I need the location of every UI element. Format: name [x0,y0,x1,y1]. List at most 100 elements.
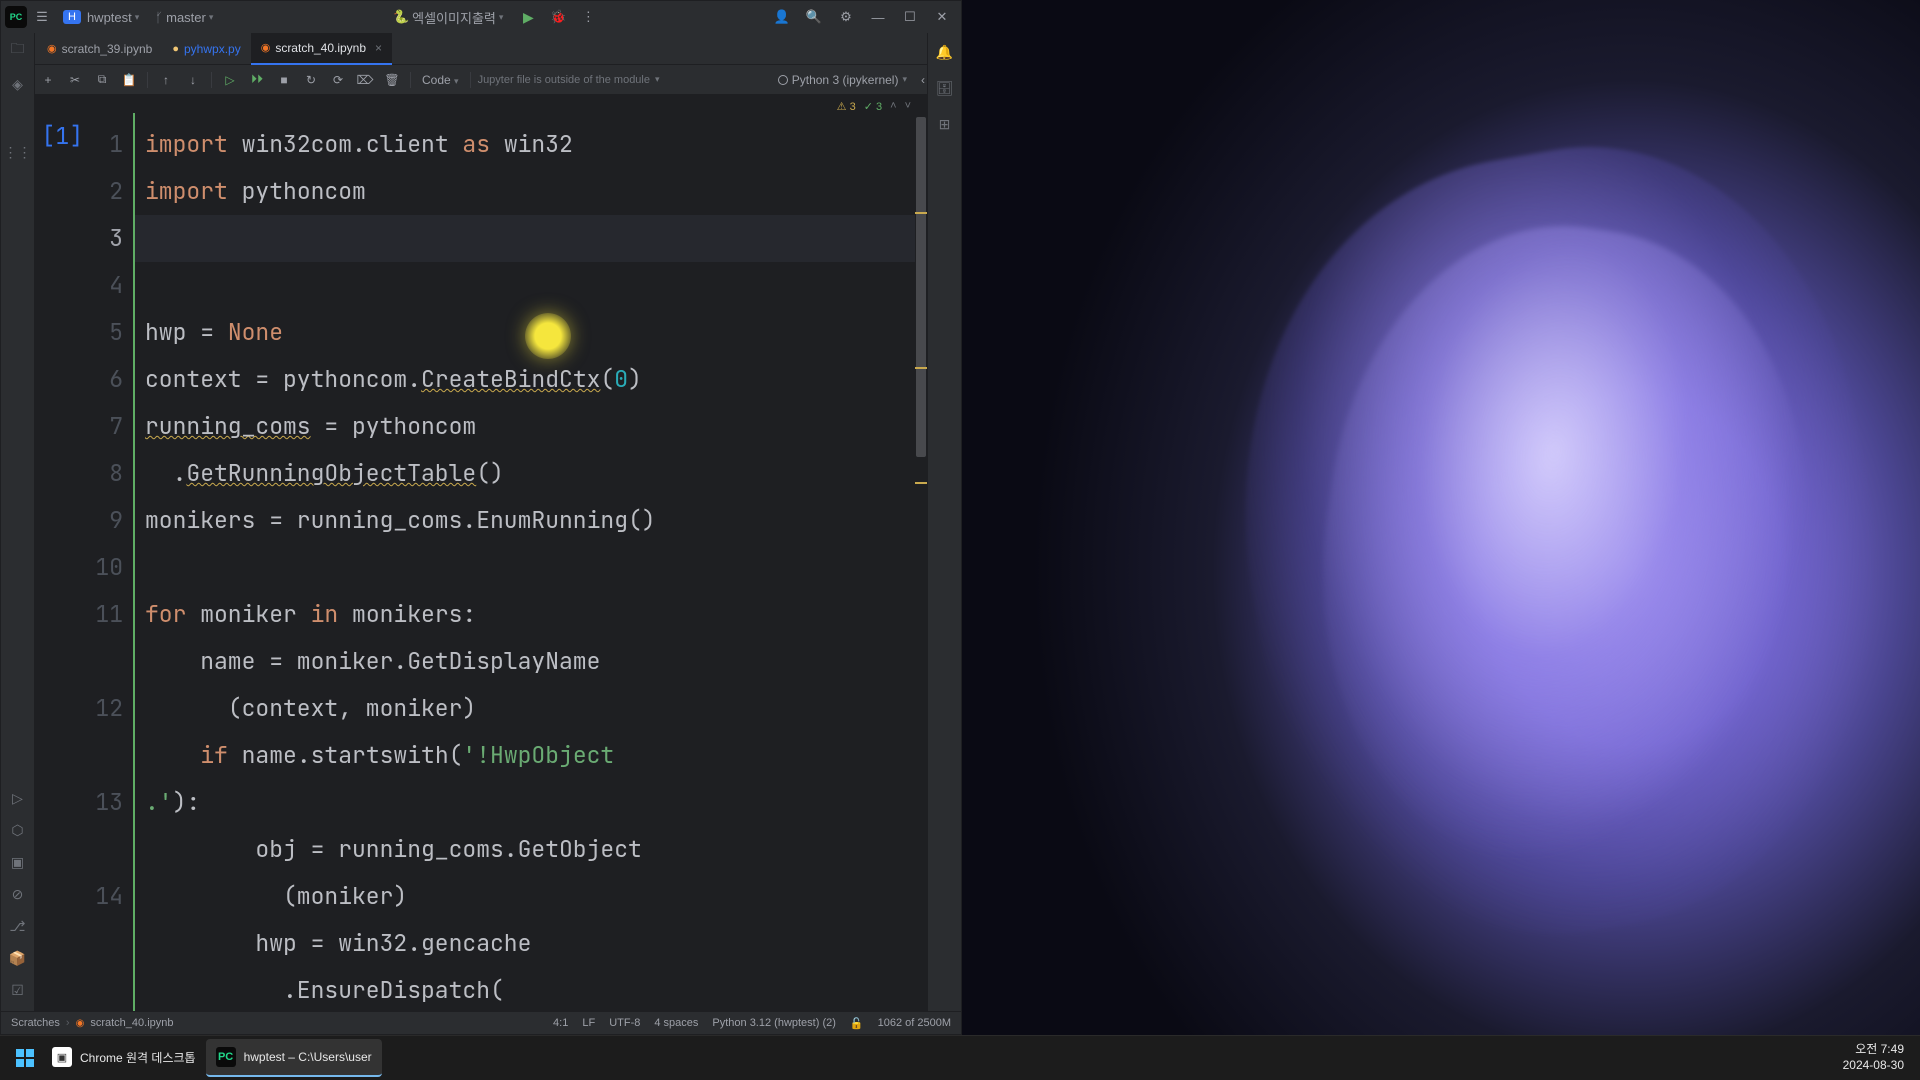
todo-tool-button[interactable]: ☑ [7,979,29,1001]
jupyter-icon: ◉ [261,41,271,54]
editor-scrollbar[interactable] [915,117,927,1011]
more-actions-button[interactable]: ⋮ [577,6,599,28]
close-button[interactable]: ✕ [927,3,957,31]
windows-taskbar: ▣ Chrome 원격 데스크톱 PC hwptest – C:\Users\u… [0,1035,1920,1080]
close-tab-button[interactable]: × [375,41,382,55]
search-everywhere-button[interactable]: 🔍 [799,3,829,31]
restart-button[interactable]: ↻ [300,69,322,91]
memory-indicator[interactable]: 1062 of 2500M [878,1017,951,1029]
scrollbar-thumb[interactable] [916,117,926,457]
inspections-widget[interactable]: ⚠ 3 ✓ 3 ˄ ˅ [837,95,911,117]
right-tool-rail: 🔔 🗄 ⊞ [927,33,961,1011]
tab-pyhwpx[interactable]: ● pyhwpx.py [162,33,250,65]
code-with-me-button[interactable]: 👤 [767,3,797,31]
cut-cell-button[interactable]: ✂ [64,69,86,91]
run-config-name: 엑셀이미지출력 [412,8,496,27]
git-tool-button[interactable]: ⎇ [7,915,29,937]
minimize-button[interactable]: — [863,3,893,31]
project-selector[interactable]: H hwptest ▾ [57,8,145,27]
inspection-up-button[interactable]: ˄ [890,100,896,112]
inspection-down-button[interactable]: ˅ [905,100,911,112]
terminal-tool-button[interactable]: ▣ [7,851,29,873]
indent-settings[interactable]: 4 spaces [654,1017,698,1029]
run-cell-button[interactable]: ▷ [219,69,241,91]
run-all-button[interactable]: ⏵⏵ [246,69,268,91]
separator [211,72,212,88]
system-tray[interactable]: 오전 7:49 2024-08-30 [1843,1042,1912,1073]
chevron-down-icon: ▾ [902,74,907,85]
code-content[interactable]: import win32com.client as win32 import p… [135,113,927,1011]
status-bar: Scratches › ◉ scratch_40.ipynb 4:1 LF UT… [1,1011,961,1034]
clock-time: 오전 7:49 [1843,1042,1904,1058]
project-badge: H [63,10,81,24]
line-number-gutter: 1 2 3 4 5 6 7 8 9 10 11 12 13 14 [91,113,135,1011]
bookmarks-tool-button[interactable]: ⋮⋮ [7,141,29,163]
python-console-button[interactable]: ▷ [7,787,29,809]
breadcrumb-file: scratch_40.ipynb [90,1017,173,1029]
chevron-down-icon[interactable]: ▾ [655,74,660,85]
clear-output-button[interactable]: ⌦ [354,69,376,91]
notifications-button[interactable]: 🔔 [934,41,956,63]
move-down-button[interactable]: ↓ [182,69,204,91]
run-button[interactable]: ▶ [517,6,539,28]
separator [410,72,411,88]
settings-button[interactable]: ⚙ [831,3,861,31]
maximize-button[interactable]: ☐ [895,3,925,31]
tab-scratch-40[interactable]: ◉ scratch_40.ipynb × [251,33,392,65]
jupyter-warning: Jupyter file is outside of the module [478,74,650,86]
warnings-indicator: ⚠ 3 [837,100,856,113]
restart-run-button[interactable]: ⟳ [327,69,349,91]
taskbar-chrome-remote[interactable]: ▣ Chrome 원격 데스크톱 [42,1039,206,1077]
copy-cell-button[interactable]: ⧉ [91,69,113,91]
chevron-down-icon: ▾ [135,12,140,23]
python-file-icon: ● [172,43,179,55]
code-editor[interactable]: ⚠ 3 ✓ 3 ˄ ˅ [1] 1 2 3 4 5 6 7 8 9 10 11 [35,95,927,1011]
clock-date: 2024-08-30 [1843,1058,1904,1074]
kernel-selector[interactable]: Python 3 (ipykernel) ▾ [778,73,907,87]
delete-cell-button[interactable]: 🗑 [381,69,403,91]
debug-button[interactable]: 🐞 [547,6,569,28]
readonly-toggle[interactable]: 🔓 [850,1017,864,1030]
interpreter-selector[interactable]: Python 3.12 (hwptest) (2) [712,1017,836,1029]
run-config-selector[interactable]: 🐍 엑셀이미지출력 ▾ [387,6,509,29]
pycharm-icon: PC [216,1047,236,1067]
line-separator[interactable]: LF [582,1017,595,1029]
project-tool-button[interactable]: 🗀 [7,39,29,61]
python-icon: 🐍 [393,9,409,25]
chevron-down-icon: ▾ [499,12,504,23]
services-tool-button[interactable]: ⬡ [7,819,29,841]
caret-position[interactable]: 4:1 [553,1017,568,1029]
separator [470,72,471,88]
add-cell-button[interactable]: + [37,69,59,91]
jupyter-variables-button[interactable]: ⊞ [934,113,956,135]
move-up-button[interactable]: ↑ [155,69,177,91]
scroll-marker-warning [915,212,927,214]
ide-window: PC ☰ H hwptest ▾ ᚶ master ▾ 🐍 엑셀이미지출력 ▾ … [0,0,962,1035]
start-button[interactable] [8,1041,42,1075]
taskbar-pycharm[interactable]: PC hwptest – C:\Users\user [206,1039,382,1077]
file-encoding[interactable]: UTF-8 [609,1017,640,1029]
cell-execution-gutter: [1] [35,113,91,1011]
scroll-marker-warning [915,367,927,369]
stop-button[interactable]: ■ [273,69,295,91]
windows-logo-icon [16,1049,34,1067]
chrome-remote-icon: ▣ [52,1047,72,1067]
cell-execution-count: [1] [35,121,83,151]
structure-tool-button[interactable]: �⵺ [7,107,29,129]
python-packages-button[interactable]: 📦 [7,947,29,969]
database-tool-button[interactable]: 🗄 [934,77,956,99]
tab-label: pyhwpx.py [184,42,241,56]
paste-cell-button[interactable]: 📋 [118,69,140,91]
titlebar: PC ☰ H hwptest ▾ ᚶ master ▾ 🐍 엑셀이미지출력 ▾ … [1,1,961,33]
commit-tool-button[interactable]: ◈ [7,73,29,95]
vcs-branch[interactable]: ᚶ master ▾ [149,8,219,27]
pycharm-icon: PC [5,6,27,28]
notebook-toolbar: + ✂ ⧉ 📋 ↑ ↓ ▷ ⏵⏵ ■ ↻ ⟳ ⌦ 🗑 Code ▾ Jupyte… [1,65,961,95]
scroll-marker-warning [915,482,927,484]
main-menu-button[interactable]: ☰ [31,6,53,28]
tab-scratch-39[interactable]: ◉ scratch_39.ipynb [37,33,162,65]
problems-tool-button[interactable]: ⊘ [7,883,29,905]
left-tool-rail: 🗀 ◈ �⵺ ⋮⋮ ▷ ⬡ ▣ ⊘ ⎇ 📦 ☑ [1,33,35,1011]
cell-type-selector[interactable]: Code ▾ [418,71,463,89]
breadcrumbs[interactable]: Scratches › ◉ scratch_40.ipynb [11,1017,174,1029]
